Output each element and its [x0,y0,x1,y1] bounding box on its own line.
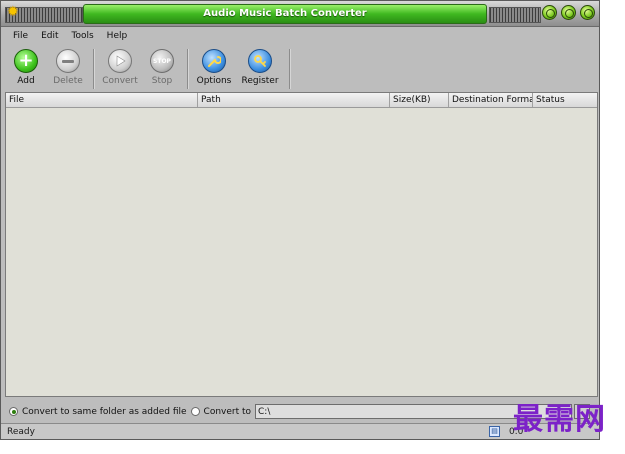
convert-to-label[interactable]: Convert to [204,407,251,417]
menu-tools[interactable]: Tools [66,28,101,44]
maximize-button[interactable] [561,5,576,20]
menu-help[interactable]: Help [101,28,135,44]
convert-to-radio[interactable] [190,407,200,416]
delete-label: Delete [53,76,83,86]
add-button[interactable]: + Add [5,47,47,91]
app-sun-icon[interactable]: ✹ [7,5,21,19]
options-label: Options [196,76,232,86]
convert-button[interactable]: Convert [99,47,141,91]
file-list-header: File Path Size(KB) Destination Format St… [6,93,597,108]
close-button[interactable] [580,5,595,20]
status-bar: Ready ▤ 0.0 [1,423,599,439]
same-folder-label[interactable]: Convert to same folder as added file [22,407,187,417]
toolbar-separator [187,49,189,89]
status-text: Ready [7,427,35,437]
column-status[interactable]: Status [533,93,597,107]
delete-button[interactable]: Delete [47,47,89,91]
toolbar-separator [93,49,95,89]
wrench-icon [202,49,226,73]
menu-bar: File Edit Tools Help [1,28,599,44]
plus-icon: + [14,49,38,73]
minus-icon [56,49,80,73]
play-icon [108,49,132,73]
column-size[interactable]: Size(KB) [390,93,449,107]
output-options: Convert to same folder as added file Con… [5,403,598,420]
key-icon [248,49,272,73]
register-label: Register [241,76,279,86]
menu-file[interactable]: File [7,28,35,44]
convert-label: Convert [102,76,138,86]
stop-label: Stop [151,76,173,86]
stop-button[interactable]: STOP Stop [141,47,183,91]
register-button[interactable]: Register [235,47,285,91]
title-grille-right [489,7,541,23]
minimize-button[interactable] [542,5,557,20]
file-list[interactable]: File Path Size(KB) Destination Format St… [5,92,598,397]
toolbar: + Add Delete Convert STOP Stop Options R… [1,47,599,91]
column-file[interactable]: File [6,93,198,107]
add-label: Add [17,76,35,86]
options-button[interactable]: Options [193,47,235,91]
column-destination-format[interactable]: Destination Format [449,93,533,107]
window-title: Audio Music Batch Converter [83,4,487,24]
document-icon: ▤ [489,426,500,437]
same-folder-radio[interactable] [9,407,18,416]
title-bar[interactable]: ✹ Audio Music Batch Converter [1,1,599,27]
app-window: ✹ Audio Music Batch Converter File Edit … [0,0,600,440]
watermark-text: 最需网 [513,402,606,437]
column-path[interactable]: Path [198,93,390,107]
menu-edit[interactable]: Edit [35,28,65,44]
toolbar-separator [289,49,291,89]
stop-icon: STOP [150,49,174,73]
